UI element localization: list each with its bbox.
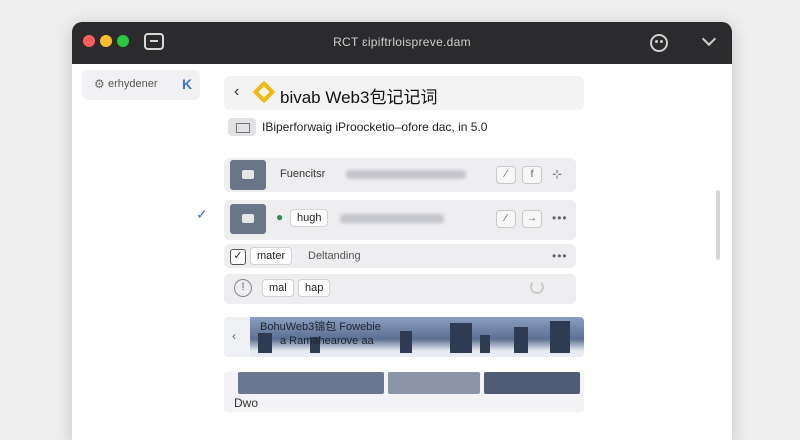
arrow-icon[interactable]: → xyxy=(522,210,542,228)
sidebar-item-label: erhydener xyxy=(108,78,158,90)
scrollbar[interactable] xyxy=(716,190,720,260)
selected-check-icon: ✓ xyxy=(196,206,208,222)
list-item[interactable]: ! mal hap xyxy=(224,274,576,304)
tag-chip[interactable]: hugh xyxy=(290,209,329,227)
banner-line-2: a Ramahearove aa xyxy=(280,335,374,347)
sidebar-toggle-icon[interactable] xyxy=(144,33,164,50)
loading-spinner-icon xyxy=(530,280,544,294)
k-icon[interactable]: K xyxy=(182,76,192,92)
blurred-text xyxy=(340,214,444,223)
close-window-button[interactable] xyxy=(83,35,95,47)
mail-icon[interactable] xyxy=(228,118,256,136)
chevron-down-icon[interactable] xyxy=(701,31,717,47)
binance-logo-icon xyxy=(252,80,276,104)
more-icon[interactable]: ••• xyxy=(552,249,568,263)
page-subtitle: IBiperforwaig iProocketio–ofore dac, in … xyxy=(262,120,488,134)
list-item[interactable]: ● hugh ∕ → ••• xyxy=(224,200,576,240)
emoji-icon[interactable] xyxy=(650,34,668,52)
facebook-icon[interactable]: f xyxy=(522,166,542,184)
gear-icon: ⚙ xyxy=(94,77,105,91)
thumbnail-image xyxy=(230,204,266,234)
bottom-label: Dwo xyxy=(234,396,259,410)
tag-chip[interactable]: mal xyxy=(262,279,294,297)
list-item[interactable]: Fuencitsr ∕ f ⊹ xyxy=(224,158,576,192)
page-header: ‹ bivab Web3包记记词 xyxy=(224,76,584,110)
sidebar-item[interactable]: ⚙ erhydener K xyxy=(82,70,200,100)
tag-chip[interactable]: mater xyxy=(250,247,293,265)
edit-icon[interactable]: ∕ xyxy=(496,210,516,228)
bottom-thumbnail-strip: Dwo xyxy=(224,372,584,412)
minimize-window-button[interactable] xyxy=(100,35,112,47)
location-pin-icon: ● xyxy=(276,210,284,224)
blurred-text xyxy=(346,170,466,179)
app-window: RCT ɛipiftrloispreve.dam ⚙ erhydener K ‹… xyxy=(72,22,732,440)
banner-line-1: BohuWeb3锦包 Fowebie xyxy=(260,321,381,333)
maximize-window-button[interactable] xyxy=(117,35,129,47)
tag-chip[interactable]: hap xyxy=(298,279,331,297)
more-icon[interactable]: ••• xyxy=(552,211,568,225)
chevron-left-icon[interactable]: ‹ xyxy=(232,329,236,343)
subtitle-row: IBiperforwaig iProocketio–ofore dac, in … xyxy=(224,114,584,140)
back-arrow-icon[interactable]: ‹ xyxy=(234,83,239,101)
list-item-label: Fuencitsr xyxy=(280,168,326,180)
promo-banner[interactable]: ‹ BohuWeb3锦包 Fowebie a Ramahearove aa xyxy=(224,317,584,357)
list-item-label: Deltanding xyxy=(308,250,361,262)
thumbnail-image xyxy=(230,160,266,190)
thumbnail-image[interactable] xyxy=(484,372,580,394)
window-title: RCT ɛipiftrloispreve.dam xyxy=(333,35,471,49)
edit-icon[interactable]: ∕ xyxy=(496,166,516,184)
checkbox[interactable]: ✓ xyxy=(230,249,246,265)
thumbnail-image[interactable] xyxy=(238,372,384,394)
pin-icon[interactable]: ⊹ xyxy=(552,167,563,181)
thumbnail-image[interactable] xyxy=(388,372,480,394)
list-item[interactable]: ✓ mater Deltanding ••• xyxy=(224,244,576,268)
page-title: bivab Web3包记记词 xyxy=(280,88,438,107)
alert-icon: ! xyxy=(234,279,252,297)
title-bar: RCT ɛipiftrloispreve.dam xyxy=(72,22,732,64)
banner-image: BohuWeb3锦包 Fowebie a Ramahearove aa xyxy=(250,317,584,357)
